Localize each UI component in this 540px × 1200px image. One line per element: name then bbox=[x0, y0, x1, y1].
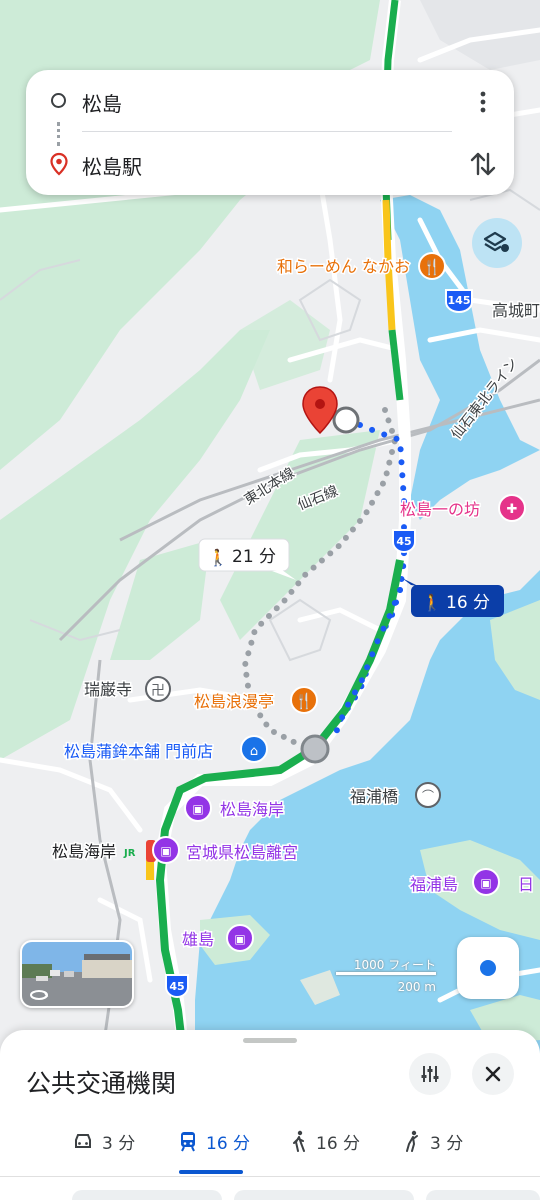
close-button[interactable] bbox=[472, 1053, 514, 1095]
poi-fukuurabashi[interactable]: 福浦橋 ⌒ bbox=[349, 782, 441, 808]
tabs-divider bbox=[0, 1176, 540, 1177]
svg-text:45: 45 bbox=[169, 980, 184, 993]
active-tab-indicator bbox=[179, 1170, 243, 1174]
my-location-icon bbox=[480, 960, 496, 976]
tab-transit[interactable]: 16 分 bbox=[178, 1125, 250, 1157]
route-badge-45-a: 45 bbox=[392, 529, 416, 553]
tab-ride-label: 3 分 bbox=[430, 1133, 464, 1154]
map-scale: 1000 フィート 200 m bbox=[336, 956, 436, 996]
walk-icon-callout-2: 🚶 bbox=[422, 593, 442, 612]
scale-imperial: 1000 フィート bbox=[353, 958, 436, 972]
route-badge-45-b: 45 bbox=[165, 974, 189, 998]
bridge-icon: ⌒ bbox=[422, 789, 434, 803]
route-connector-dots bbox=[57, 122, 60, 146]
svg-text:和らーめん なかお: 和らーめん なかお bbox=[277, 257, 410, 276]
svg-text:16 分: 16 分 bbox=[446, 593, 490, 613]
svg-text:45: 45 bbox=[396, 535, 411, 548]
svg-text:宮城県松島離宮: 宮城県松島離宮 bbox=[186, 843, 298, 862]
route-option-chip-1[interactable] bbox=[72, 1190, 222, 1200]
tab-walk-label: 16 分 bbox=[316, 1133, 361, 1154]
scale-bar-line bbox=[336, 972, 436, 975]
scale-metric: 200 m bbox=[397, 980, 436, 994]
jr-icon: JR bbox=[123, 848, 136, 859]
tab-drive-label: 3 分 bbox=[102, 1133, 136, 1154]
destination-field[interactable]: 松島駅 bbox=[82, 151, 142, 180]
close-icon bbox=[485, 1066, 501, 1082]
landmark-icon-2: ▣ bbox=[160, 844, 171, 858]
restaurant-icon-2: 🍴 bbox=[295, 692, 314, 710]
rotate-360-icon bbox=[30, 990, 49, 1000]
tune-icon bbox=[421, 1066, 439, 1082]
tab-walk[interactable]: 16 分 bbox=[290, 1125, 360, 1157]
sheet-drag-handle[interactable] bbox=[243, 1038, 297, 1043]
waypoint-marker[interactable] bbox=[300, 734, 330, 764]
filter-button[interactable] bbox=[409, 1053, 451, 1095]
walk-icon bbox=[293, 1130, 305, 1152]
spa-icon: ✚ bbox=[507, 502, 518, 517]
restaurant-icon: 🍴 bbox=[423, 258, 442, 276]
origin-circle-icon bbox=[51, 93, 66, 108]
tab-drive[interactable]: 3 分 bbox=[72, 1125, 135, 1157]
tab-transit-label: 16 分 bbox=[206, 1133, 251, 1154]
field-divider bbox=[82, 131, 452, 132]
destination-pin-icon bbox=[50, 152, 68, 176]
ride-icon bbox=[406, 1130, 418, 1152]
label-takagi: 高城町 bbox=[492, 301, 540, 320]
svg-text:福浦橋: 福浦橋 bbox=[350, 787, 398, 806]
poi-zuiganji[interactable]: 瑞巌寺 卍 bbox=[83, 676, 171, 702]
route-badge-145: 145 bbox=[445, 289, 473, 313]
origin-marker[interactable] bbox=[332, 406, 360, 434]
landmark-icon: ▣ bbox=[192, 802, 203, 816]
svg-text:福浦島: 福浦島 bbox=[410, 875, 458, 894]
street-view-thumbnail[interactable] bbox=[20, 940, 134, 1008]
sheet-title: 公共交通機関 bbox=[26, 1069, 177, 1098]
tab-ride[interactable]: 3 分 bbox=[402, 1125, 463, 1157]
swap-icon[interactable] bbox=[467, 148, 499, 180]
bottom-sheet: 公共交通機関 3 分 16 分 16 分 3 分 bbox=[0, 1030, 540, 1200]
layers-icon bbox=[483, 231, 509, 252]
svg-text:日: 日 bbox=[518, 875, 534, 894]
landmark-icon-4: ▣ bbox=[234, 932, 245, 946]
svg-text:雄島: 雄島 bbox=[182, 930, 214, 949]
my-location-button[interactable] bbox=[457, 937, 519, 999]
svg-text:145: 145 bbox=[448, 294, 471, 307]
svg-text:松島一の坊: 松島一の坊 bbox=[400, 500, 480, 519]
svg-text:松島海岸: 松島海岸 bbox=[220, 800, 284, 819]
route-option-chip-3[interactable] bbox=[426, 1190, 540, 1200]
svg-text:瑞巌寺: 瑞巌寺 bbox=[84, 680, 132, 699]
temple-icon: 卍 bbox=[151, 683, 165, 699]
car-icon bbox=[75, 1134, 91, 1148]
walk-icon-callout: 🚶 bbox=[208, 548, 228, 567]
svg-text:松島蒲鉾本舗 門前店: 松島蒲鉾本舗 門前店 bbox=[64, 742, 213, 761]
layers-button[interactable] bbox=[472, 218, 522, 268]
landmark-icon-3: ▣ bbox=[480, 876, 491, 890]
svg-text:松島浪漫亭: 松島浪漫亭 bbox=[194, 692, 274, 711]
more-options-icon[interactable] bbox=[470, 89, 496, 115]
route-option-chip-2[interactable] bbox=[234, 1190, 414, 1200]
svg-text:松島海岸: 松島海岸 bbox=[52, 842, 116, 861]
svg-text:21 分: 21 分 bbox=[232, 547, 276, 567]
shopping-bag-icon: ⌂ bbox=[250, 744, 258, 759]
train-icon bbox=[181, 1132, 195, 1152]
origin-field[interactable]: 松島 bbox=[82, 88, 122, 117]
